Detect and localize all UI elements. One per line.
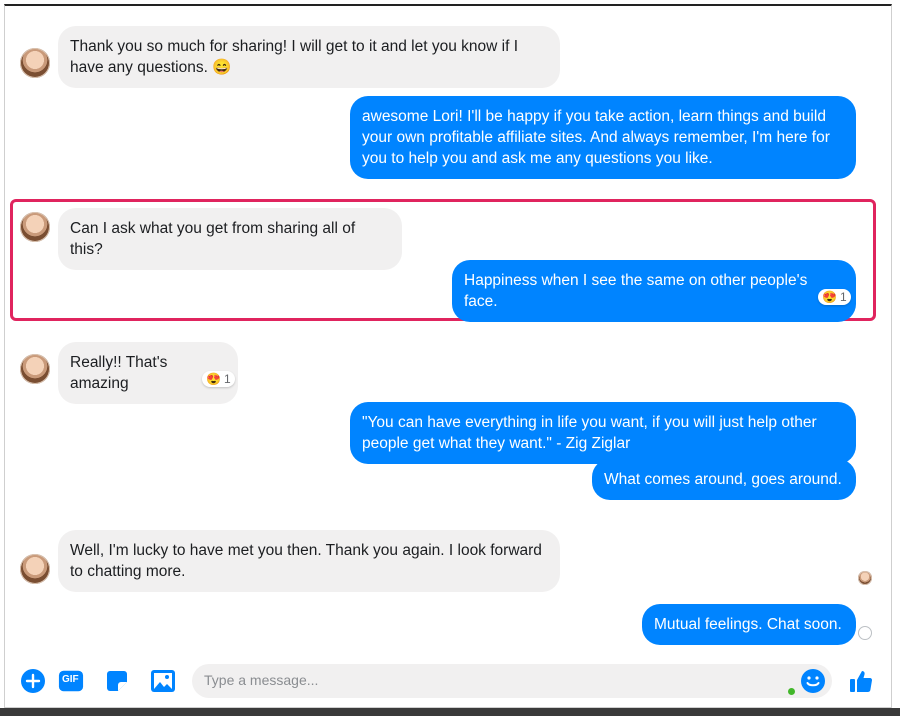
add-icon[interactable] [20,668,46,694]
sent-status-icon [858,626,872,640]
reaction-count: 1 [223,372,231,386]
outgoing-message: What comes around, goes around. [592,459,856,500]
outgoing-message: Mutual feelings. Chat soon. [642,604,856,645]
read-receipt-avatar [858,571,872,585]
bottom-scrollbar[interactable] [0,708,900,716]
message-input[interactable]: Type a message... [192,664,832,698]
contact-avatar [20,212,50,242]
reaction-badge[interactable]: 😍 1 [202,371,235,387]
outgoing-message: awesome Lori! I'll be happy if you take … [350,96,856,179]
incoming-message: Thank you so much for sharing! I will ge… [58,26,560,88]
heart-eyes-icon: 😍 [206,372,221,386]
gif-label: GIF [62,674,79,685]
emoji-icon[interactable] [800,668,826,694]
reaction-count: 1 [839,290,847,304]
reaction-badge[interactable]: 😍 1 [818,289,851,305]
outgoing-message: "You can have everything in life you wan… [350,402,856,464]
incoming-message: Can I ask what you get from sharing all … [58,208,402,270]
like-icon[interactable] [848,668,874,694]
incoming-message: Well, I'm lucky to have met you then. Th… [58,530,560,592]
active-dot-icon [788,688,795,695]
contact-avatar [20,354,50,384]
sticker-icon[interactable] [104,668,130,694]
image-icon[interactable] [150,668,176,694]
outgoing-message: Happiness when I see the same on other p… [452,260,856,322]
heart-eyes-icon: 😍 [822,290,837,304]
contact-avatar [20,554,50,584]
message-composer: GIF Type a message... [0,656,900,708]
gif-icon[interactable]: GIF [58,668,84,694]
contact-avatar [20,48,50,78]
